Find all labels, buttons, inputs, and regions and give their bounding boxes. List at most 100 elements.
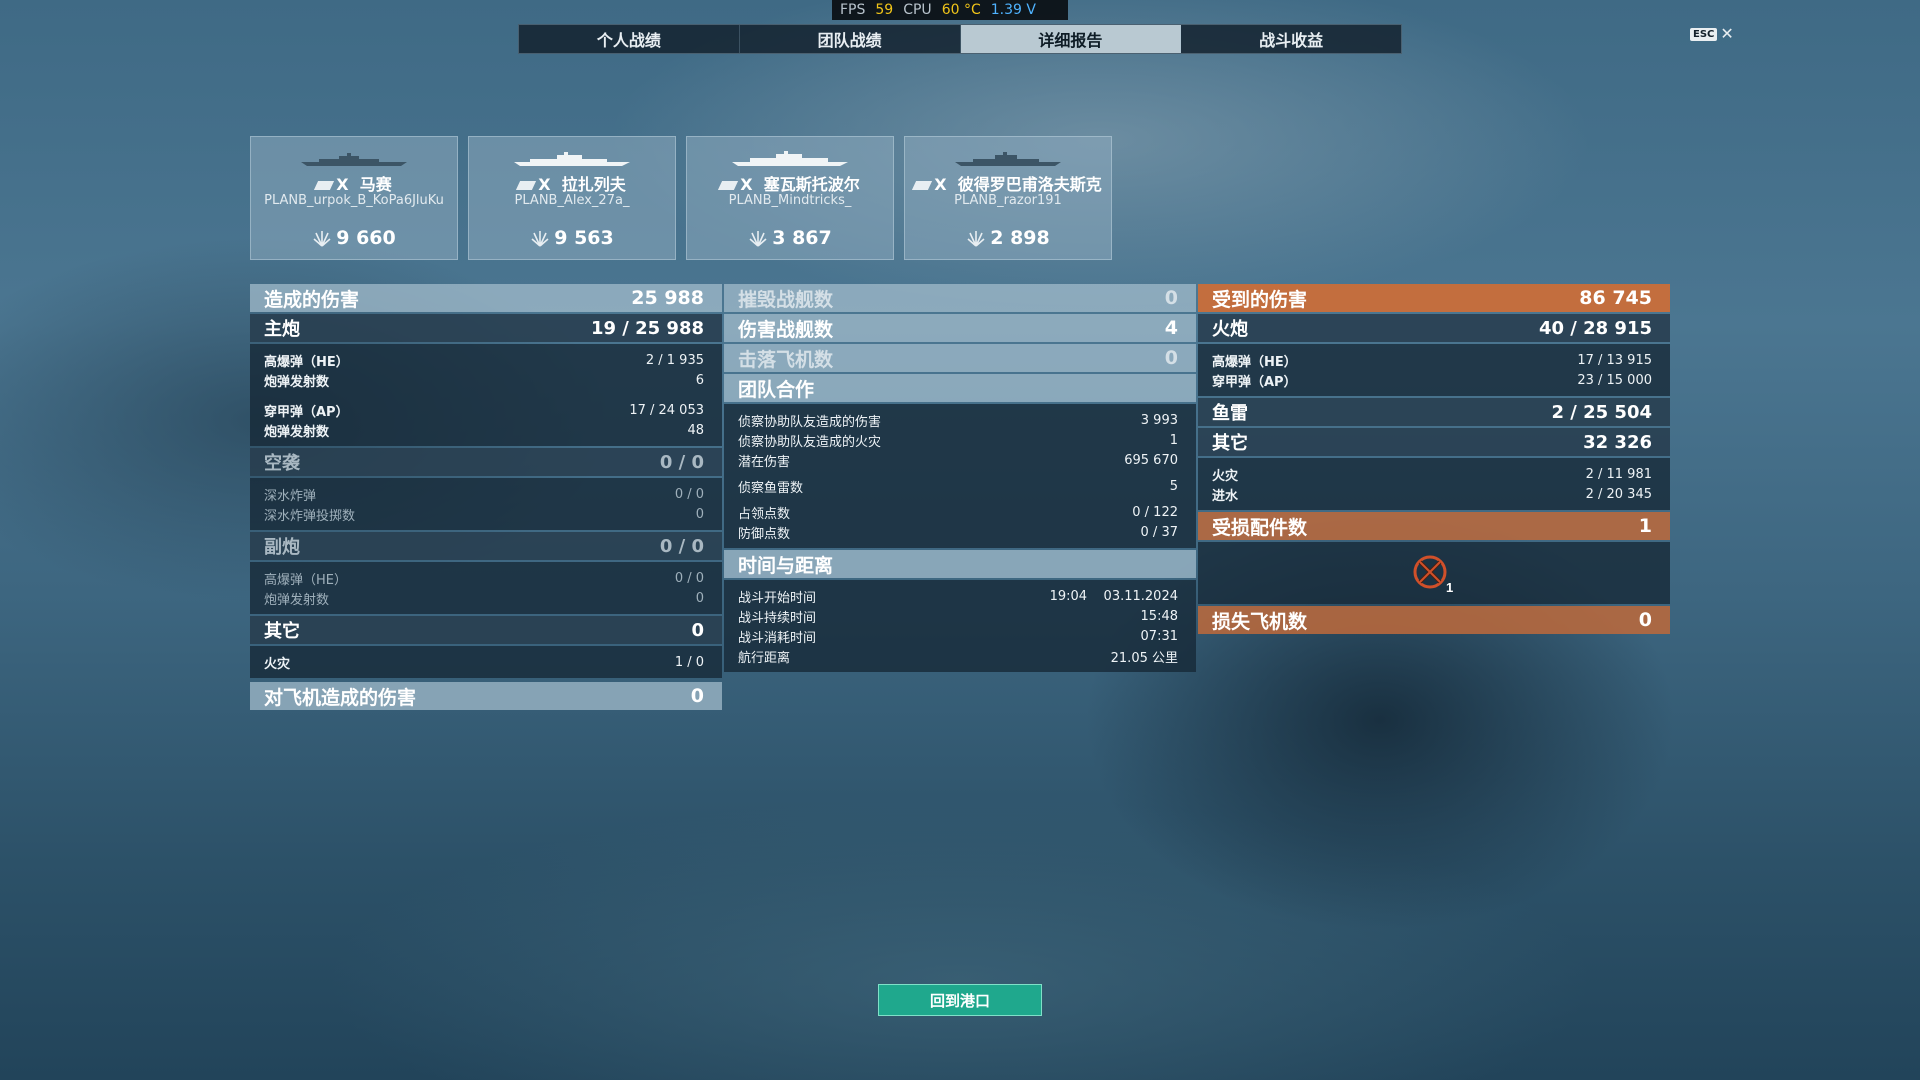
ship-silhouette-icon: [732, 151, 848, 166]
stat-row: 火灾 2 / 11 981: [1212, 466, 1652, 484]
stat-row: 侦察鱼雷数 5: [738, 478, 1178, 496]
other-dealt-details: 火灾 1 / 0: [250, 646, 722, 678]
tab-detailed-report[interactable]: 详细报告: [960, 25, 1182, 53]
teamwork-title: 团队合作: [738, 378, 815, 401]
aircraft-damage-value: 0: [690, 685, 704, 707]
ship-name: 马赛: [359, 175, 392, 194]
secondary-battery-title: 副炮: [264, 537, 300, 558]
ship-card-4[interactable]: X 彼得罗巴甫洛夫斯克 PLANB_razor191 2 898: [904, 136, 1112, 260]
damaged-modules-header: 受损配件数 1: [1198, 512, 1670, 540]
stat-row: 侦察协助队友造成的火灾 1: [738, 432, 1178, 450]
damaged-modules-value: 1: [1638, 515, 1652, 537]
planes-shot-header: 击落飞机数 0: [724, 344, 1196, 372]
airstrike-value: 0 / 0: [659, 451, 704, 473]
tab-battle-earnings[interactable]: 战斗收益: [1181, 25, 1401, 53]
close-icon: ✕: [1720, 24, 1734, 43]
return-to-port-button[interactable]: 回到港口: [878, 984, 1042, 1016]
fps-value: 59: [875, 2, 894, 18]
damage-dealt-panel: 造成的伤害 25 988 主炮 19 / 25 988 高爆弹（HE） 2 / 1…: [250, 284, 722, 712]
cpu-voltage: 1.39 V: [990, 2, 1036, 18]
planes-lost-value: 0: [1638, 609, 1652, 631]
esc-key-icon: ESC: [1690, 27, 1718, 41]
secondary-battery-value: 0 / 0: [659, 535, 704, 557]
stat-row: 深水炸弹 0 / 0: [264, 486, 704, 504]
stat-row: 战斗持续时间 15:48: [738, 608, 1178, 626]
stat-row: 火灾 1 / 0: [264, 654, 704, 672]
torpedo-received-title: 鱼雷: [1212, 403, 1248, 424]
airstrike-header: 空袭 0 / 0: [250, 448, 722, 476]
other-dealt-header: 其它 0: [250, 616, 722, 644]
ship-silhouette-icon: [955, 152, 1061, 166]
ship-name: 塞瓦斯托波尔: [763, 175, 860, 194]
aircraft-damage-header: 对飞机造成的伤害 0: [250, 682, 722, 710]
damage-dealt-title: 造成的伤害: [264, 288, 360, 311]
tab-personal[interactable]: 个人战绩: [519, 25, 740, 53]
damage-received-total: 86 745: [1579, 287, 1652, 309]
planes-lost-title: 损失飞机数: [1212, 610, 1308, 633]
ship-name: 彼得罗巴甫洛夫斯克: [957, 175, 1102, 194]
ship-silhouette-icon: [301, 153, 407, 166]
time-distance-details: 战斗开始时间 19:04 03.11.2024 战斗持续时间 15:48 战斗消耗时…: [724, 580, 1196, 672]
stat-row: 深水炸弹投掷数 0: [264, 506, 704, 524]
ship-name: 拉扎列夫: [561, 175, 626, 194]
stat-row: 高爆弹（HE） 0 / 0: [264, 570, 704, 588]
ships-destroyed-header: 摧毁战舰数 0: [724, 284, 1196, 312]
main-battery-details: 高爆弹（HE） 2 / 1 935 炮弹发射数 6 穿甲弹（AP） 17 / 24 0…: [250, 344, 722, 446]
score-line: 2 898: [905, 227, 1111, 249]
stat-row: 侦察协助队友造成的伤害 3 993: [738, 412, 1178, 430]
ship-class-icon: [516, 181, 537, 190]
ship-silhouette-icon: [514, 152, 630, 166]
stat-row: 进水 2 / 20 345: [1212, 486, 1652, 504]
torpedo-received-value: 2 / 25 504: [1551, 401, 1652, 423]
other-received-value: 32 326: [1583, 431, 1652, 453]
laurel-icon: [531, 231, 549, 247]
player-name: PLANB_Mindtricks_: [728, 193, 852, 208]
score-value: 9 563: [554, 227, 614, 249]
laurel-icon: [749, 231, 767, 247]
ship-name-line: X 马赛: [251, 171, 457, 195]
stat-row: 穿甲弹（AP） 23 / 15 000: [1212, 372, 1652, 390]
damage-dealt-header: 造成的伤害 25 988: [250, 284, 722, 312]
cpu-temp: 60 °C: [941, 2, 981, 18]
stat-row: 穿甲弹（AP） 17 / 24 053: [264, 402, 704, 420]
planes-lost-header: 损失飞机数 0: [1198, 606, 1670, 634]
stat-row: 占领点数 0 / 122: [738, 504, 1178, 522]
airstrike-details: 深水炸弹 0 / 0 深水炸弹投掷数 0: [250, 478, 722, 530]
score-line: 3 867: [687, 227, 893, 249]
stat-row: 防御点数 0 / 37: [738, 524, 1178, 542]
ship-tier: X: [336, 175, 349, 194]
ship-card-1[interactable]: X 马赛 PLANB_urpok_B_KoPa6JluKu 9 660: [250, 136, 458, 260]
esc-close-button[interactable]: ESC ✕: [1690, 24, 1734, 43]
ships-damaged-header: 伤害战舰数 4: [724, 314, 1196, 342]
secondary-battery-details: 高爆弹（HE） 0 / 0 炮弹发射数 0: [250, 562, 722, 614]
damage-received-header: 受到的伤害 86 745: [1198, 284, 1670, 312]
other-dealt-value: 0: [691, 619, 704, 641]
teamwork-header: 团队合作: [724, 374, 1196, 402]
score-line: 9 563: [469, 227, 675, 249]
score-line: 9 660: [251, 227, 457, 249]
stat-row: 战斗开始时间 19:04 03.11.2024: [738, 588, 1178, 606]
ship-tier: X: [934, 175, 947, 194]
ship-name-line: X 彼得罗巴甫洛夫斯克: [905, 171, 1111, 195]
stat-row: 炮弹发射数 48: [264, 422, 704, 440]
ship-name-line: X 拉扎列夫: [469, 171, 675, 195]
tab-team[interactable]: 团队战绩: [740, 25, 961, 53]
secondary-battery-header: 副炮 0 / 0: [250, 532, 722, 560]
battle-summary-panel: 摧毁战舰数 0 伤害战舰数 4 击落飞机数 0 团队合作 侦察协助队友造成的伤害…: [724, 284, 1196, 674]
ship-class-icon: [912, 181, 933, 190]
stat-row: 炮弹发射数 0: [264, 590, 704, 608]
other-received-details: 火灾 2 / 11 981 进水 2 / 20 345: [1198, 458, 1670, 510]
ship-class-icon: [718, 181, 739, 190]
other-dealt-title: 其它: [264, 621, 300, 642]
ship-card-2[interactable]: X 拉扎列夫 PLANB_Alex_27a_ 9 563: [468, 136, 676, 260]
damage-received-title: 受到的伤害: [1212, 288, 1308, 311]
ship-tier: X: [740, 175, 753, 194]
score-value: 3 867: [772, 227, 832, 249]
guns-received-value: 40 / 28 915: [1538, 317, 1652, 339]
ships-destroyed-title: 摧毁战舰数: [738, 288, 834, 311]
ship-card-3[interactable]: X 塞瓦斯托波尔 PLANB_Mindtricks_ 3 867: [686, 136, 894, 260]
result-tabs: 个人战绩 团队战绩 详细报告 战斗收益: [518, 24, 1402, 54]
damaged-module-icon: 1: [1412, 554, 1456, 598]
module-count: 1: [1446, 580, 1453, 594]
stat-row: 高爆弹（HE） 17 / 13 915: [1212, 352, 1652, 370]
